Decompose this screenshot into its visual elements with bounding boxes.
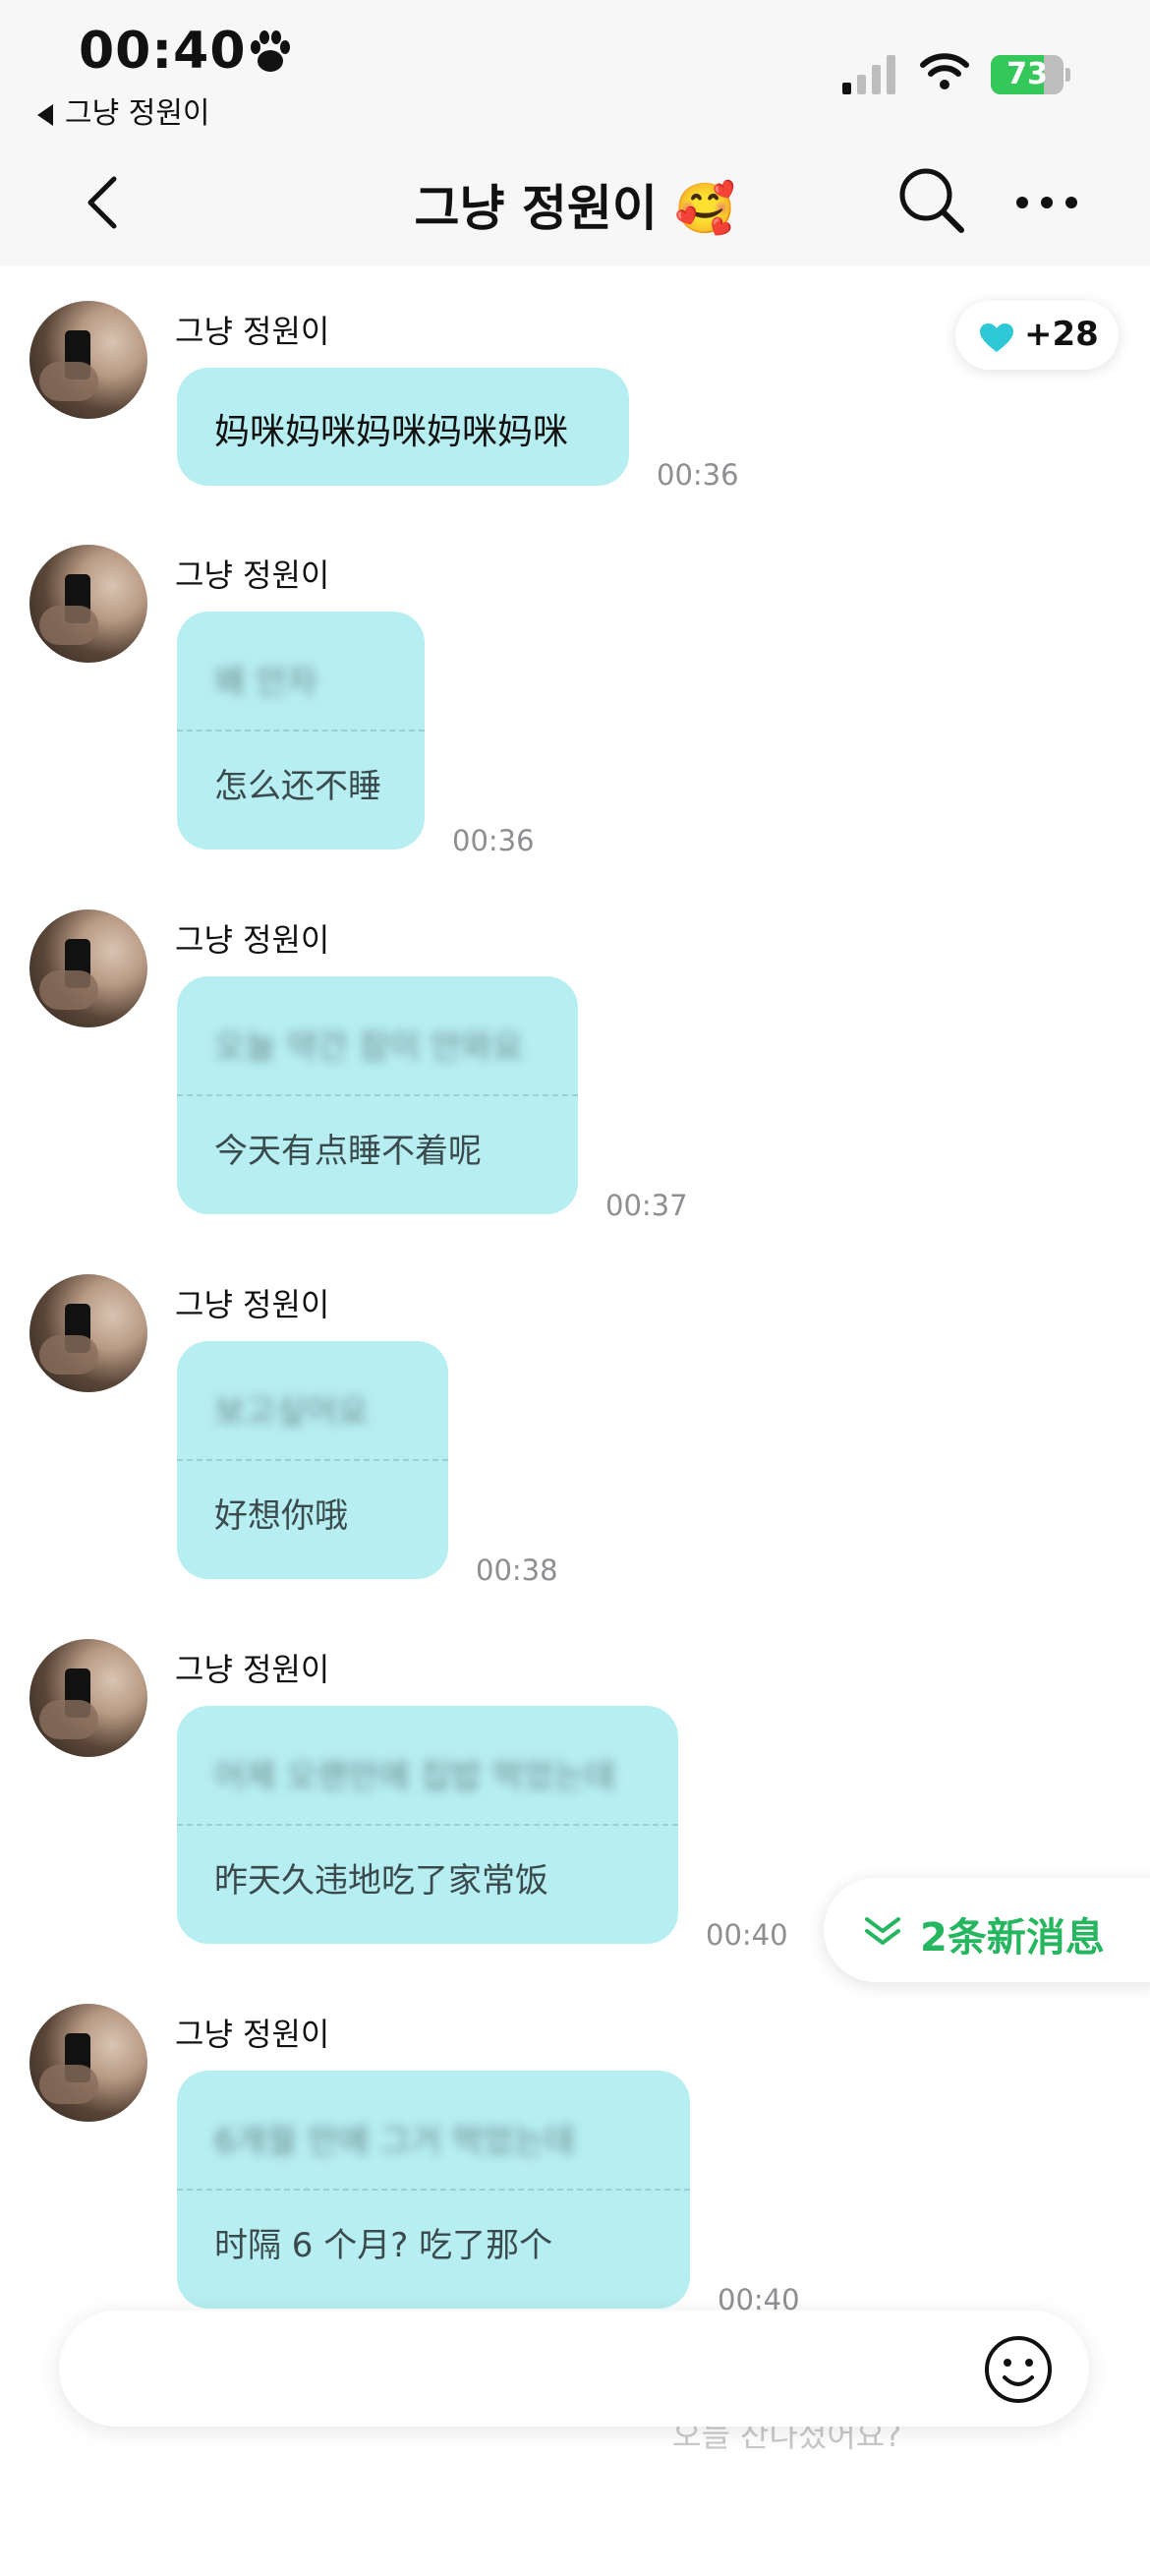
chat-title: 그냥 정원이 🥰 [414,180,736,237]
heart-icon [980,323,1013,352]
translated-text: 今天有点睡不着呢 [214,1132,482,1171]
translation-divider [177,1094,578,1096]
signal-icon [842,55,895,94]
original-text-blurred: 보고싶어요 [214,1392,369,1432]
original-text-blurred: 6개월 만에 그거 먹었는데 [214,2122,575,2161]
heart-count: +28 [1024,315,1099,354]
message-time: 00:40 [706,1918,788,1952]
translation-divider [177,730,425,732]
translated-text: 昨天久违地吃了家常饭 [214,1861,548,1901]
message-bubble[interactable]: 어제 오랜만에 집밥 먹었는데 昨天久违地吃了家常饭 [177,1706,678,1944]
avatar[interactable] [29,909,147,1027]
new-messages-label: 2条新消息 [920,1915,1105,1961]
message-bubble[interactable]: 妈咪妈咪妈咪妈咪妈咪 [177,368,629,486]
search-icon[interactable] [896,165,967,236]
translated-text: 时隔 6 个月? 吃了那个 [214,2226,553,2265]
translated-text: 怎么还不睡 [214,767,381,806]
message-input-bar [59,2311,1089,2427]
translation-divider [177,1459,448,1461]
translated-text: 好想你哦 [214,1496,348,1536]
status-bar: 00:40 그냥 정원이 73 [0,0,1150,138]
message-bubble[interactable]: 왜 안자 怎么还不睡 [177,612,425,849]
sender-name: 그냥 정원이 [175,556,330,594]
avatar[interactable] [29,2004,147,2122]
message-bubble[interactable]: 오늘 약간 잠이 안와요 今天有点睡不着呢 [177,976,578,1214]
sender-name: 그냥 정원이 [175,2016,330,2053]
sender-name: 그냥 정원이 [175,921,330,959]
message-bubble[interactable]: 보고싶어요 好想你哦 [177,1341,448,1579]
double-chevron-down-icon [865,1917,900,1945]
wifi-icon [920,53,969,89]
more-options-icon[interactable] [1014,195,1079,210]
chat-messages[interactable]: 그냥 정원이 妈咪妈咪妈咪妈咪妈咪 00:36 그냥 정원이 왜 안자 怎么还不… [0,265,1150,2576]
sender-name: 그냥 정원이 [175,1651,330,1688]
avatar[interactable] [29,1274,147,1392]
back-to-app-link[interactable]: 그냥 정원이 [37,88,210,132]
avatar[interactable] [29,545,147,663]
message-time: 00:37 [605,1189,688,1222]
translation-divider [177,2189,690,2191]
message-text: 妈咪妈咪妈咪妈咪妈咪 [214,412,569,452]
avatar[interactable] [29,301,147,419]
translation-divider [177,1824,678,1826]
back-app-label: 그냥 정원이 [65,96,210,131]
message-input[interactable] [98,2340,967,2401]
new-messages-button[interactable]: 2条新消息 [824,1878,1150,1982]
sender-name: 그냥 정원이 [175,1286,330,1323]
avatar[interactable] [29,1639,147,1757]
sender-name: 그냥 정원이 [175,313,330,350]
message-time: 00:36 [657,458,739,492]
battery-body: 73 [991,55,1064,94]
battery-indicator: 73 [991,55,1070,96]
original-text-blurred: 오늘 약간 잠이 안와요 [214,1027,523,1067]
emoji-icon[interactable] [983,2334,1054,2405]
battery-percent: 73 [1006,57,1048,91]
chat-header: 그냥 정원이 🥰 [0,138,1150,265]
original-text-blurred: 왜 안자 [214,663,317,702]
battery-nub [1065,68,1070,82]
message-time: 00:38 [476,1553,558,1587]
status-time: 00:40 [79,22,247,81]
message-bubble[interactable]: 6개월 만에 그거 먹었는데 时隔 6 个月? 吃了那个 [177,2071,690,2309]
back-triangle-icon [37,103,53,126]
bottom-fade [0,2488,1150,2576]
heart-points-badge[interactable]: +28 [955,301,1119,370]
message-time: 00:36 [452,824,535,857]
original-text-blurred: 어제 오랜만에 집밥 먹었는데 [214,1757,615,1796]
paw-icon [251,30,290,72]
